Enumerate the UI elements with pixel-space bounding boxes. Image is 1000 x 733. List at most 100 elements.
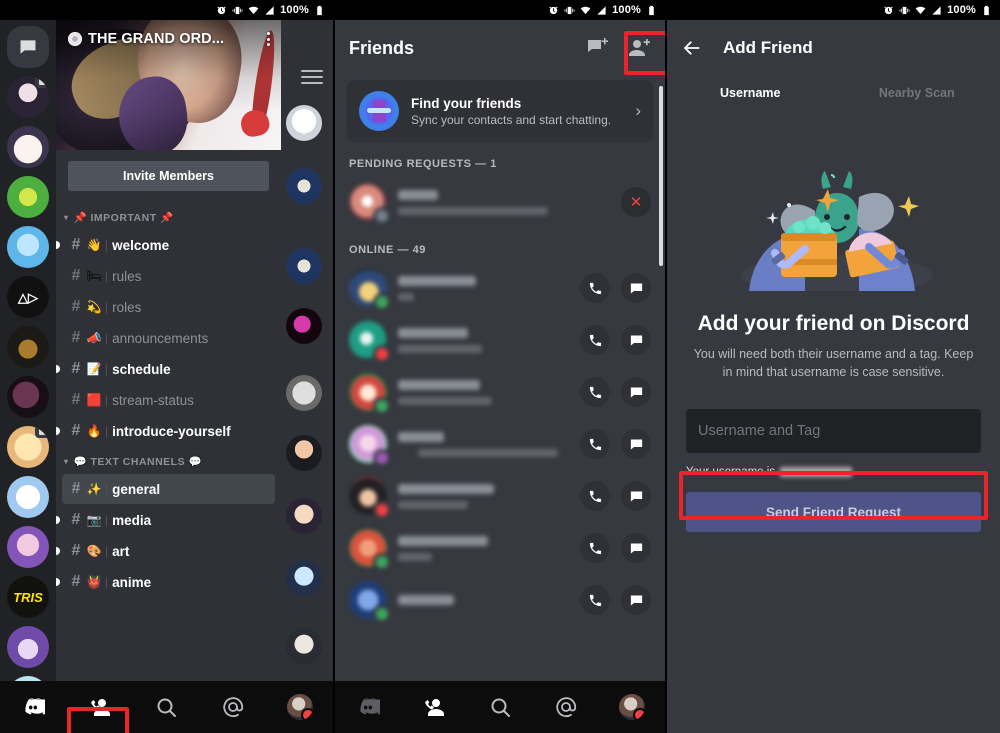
battery-icon [649,5,654,15]
back-arrow-icon[interactable] [681,37,703,59]
member-avatar[interactable] [286,308,322,344]
tab-username[interactable]: Username [667,76,834,110]
channel-item-art[interactable]: # 🎨 | art [56,536,275,566]
message-icon[interactable] [621,273,651,303]
message-icon[interactable] [621,429,651,459]
member-avatar[interactable] [286,628,322,664]
find-friends-title: Find your friends [411,95,522,111]
server-icon[interactable] [7,526,49,568]
wifi-icon [915,6,926,14]
channel-item-schedule[interactable]: # 📝 | schedule [56,354,275,384]
server-icon[interactable]: △▷ [7,276,49,318]
member-avatar[interactable] [286,105,322,141]
voice-call-icon[interactable] [580,377,610,407]
channel-item-general[interactable]: # ✨ | general [62,474,275,504]
nav-search[interactable] [133,681,200,733]
tab-nearby-scan[interactable]: Nearby Scan [834,76,1000,110]
member-avatar[interactable] [286,560,322,596]
friend-row-actions [580,481,651,511]
friend-row[interactable] [335,418,665,470]
panel1-body: △▷ TRIS THE GRAND ORD... Invite Members … [0,20,333,733]
server-icon[interactable] [7,76,49,118]
server-banner[interactable]: THE GRAND ORD... [56,20,281,150]
server-icon[interactable] [7,426,49,468]
invite-members-button[interactable]: Invite Members [68,161,269,191]
channel-item-media[interactable]: # 📷 | media [56,505,275,535]
voice-call-icon[interactable] [580,429,610,459]
nav-friends[interactable] [401,681,467,733]
nav-mentions[interactable] [533,681,599,733]
discord-logo-icon [25,698,46,715]
friend-row[interactable] [335,366,665,418]
channel-item-announcements[interactable]: # 📣 | announcements [62,323,275,353]
member-avatar[interactable] [286,168,322,204]
friends-person-icon [425,699,444,716]
channel-list[interactable]: ▾ 📌 IMPORTANT 📌 # 👋 | welcome # 🛏 | rule… [56,199,281,597]
kebab-menu-icon[interactable] [264,29,273,49]
voice-call-icon[interactable] [580,273,610,303]
message-icon[interactable] [621,585,651,615]
friend-row[interactable] [335,522,665,574]
server-rail[interactable]: △▷ TRIS [0,20,56,733]
channel-item-stream-status[interactable]: # 🟥 | stream-status [62,385,275,415]
member-avatar[interactable] [286,498,322,534]
username-input[interactable] [686,409,981,454]
scrollbar[interactable] [659,86,663,266]
server-icon[interactable] [7,476,49,518]
divider: | [105,362,109,376]
friend-meta [398,535,569,561]
friend-row[interactable] [335,574,665,626]
message-icon[interactable] [621,377,651,407]
nav-mentions[interactable] [200,681,267,733]
send-friend-request-button[interactable]: Send Friend Request [686,492,981,533]
nav-servers[interactable] [335,681,401,733]
nav-search[interactable] [467,681,533,733]
voice-call-icon[interactable] [580,585,610,615]
member-avatar[interactable] [286,248,322,284]
channel-name: schedule [112,361,171,377]
friend-row[interactable] [335,314,665,366]
message-icon[interactable] [621,325,651,355]
server-icon[interactable] [7,226,49,268]
channel-item-welcome[interactable]: # 👋 | welcome [56,230,275,260]
message-icon[interactable] [621,481,651,511]
new-message-icon[interactable] [585,36,609,60]
search-icon [157,698,177,717]
voice-call-icon[interactable] [580,325,610,355]
member-avatar[interactable] [286,375,322,411]
channel-category-text-channels[interactable]: ▾ 💬 TEXT CHANNELS 💬 [56,447,281,473]
nav-profile[interactable] [599,681,665,733]
server-rail-dms[interactable] [7,26,49,68]
server-icon[interactable]: TRIS [7,576,49,618]
server-icon[interactable] [7,626,49,668]
server-icon[interactable] [7,176,49,218]
battery-percentage: 100% [612,4,641,16]
channel-item-anime[interactable]: # 👹 | anime [56,567,275,597]
pending-request-row[interactable]: ✕ [335,176,665,228]
voice-call-icon[interactable] [580,533,610,563]
cancel-request-icon[interactable]: ✕ [621,187,651,217]
nav-profile[interactable] [266,681,333,733]
friend-name [398,595,454,605]
user-avatar-icon [619,694,645,720]
channel-item-rules[interactable]: # 🛏 | rules [62,261,275,291]
voice-call-icon[interactable] [580,481,610,511]
server-header-row: THE GRAND ORD... [56,29,281,49]
member-avatar[interactable] [286,435,322,471]
cellular-signal-icon [932,5,941,15]
add-friend-icon[interactable] [627,36,651,60]
vibrate-icon [232,6,243,14]
channel-item-introduce-yourself[interactable]: # 🔥 | introduce-yourself [56,416,275,446]
server-icon[interactable] [7,376,49,418]
find-your-friends-card[interactable]: Find your friends Sync your contacts and… [347,80,653,142]
nav-servers[interactable] [0,681,67,733]
nav-friends[interactable] [67,681,134,733]
channel-category-important[interactable]: ▾ 📌 IMPORTANT 📌 [56,203,281,229]
channel-item-roles[interactable]: # 💫 | roles [62,292,275,322]
server-icon[interactable] [7,126,49,168]
hamburger-menu-icon[interactable] [301,66,323,88]
server-icon[interactable] [7,326,49,368]
friend-row[interactable] [335,470,665,522]
message-icon[interactable] [621,533,651,563]
friend-row[interactable] [335,262,665,314]
